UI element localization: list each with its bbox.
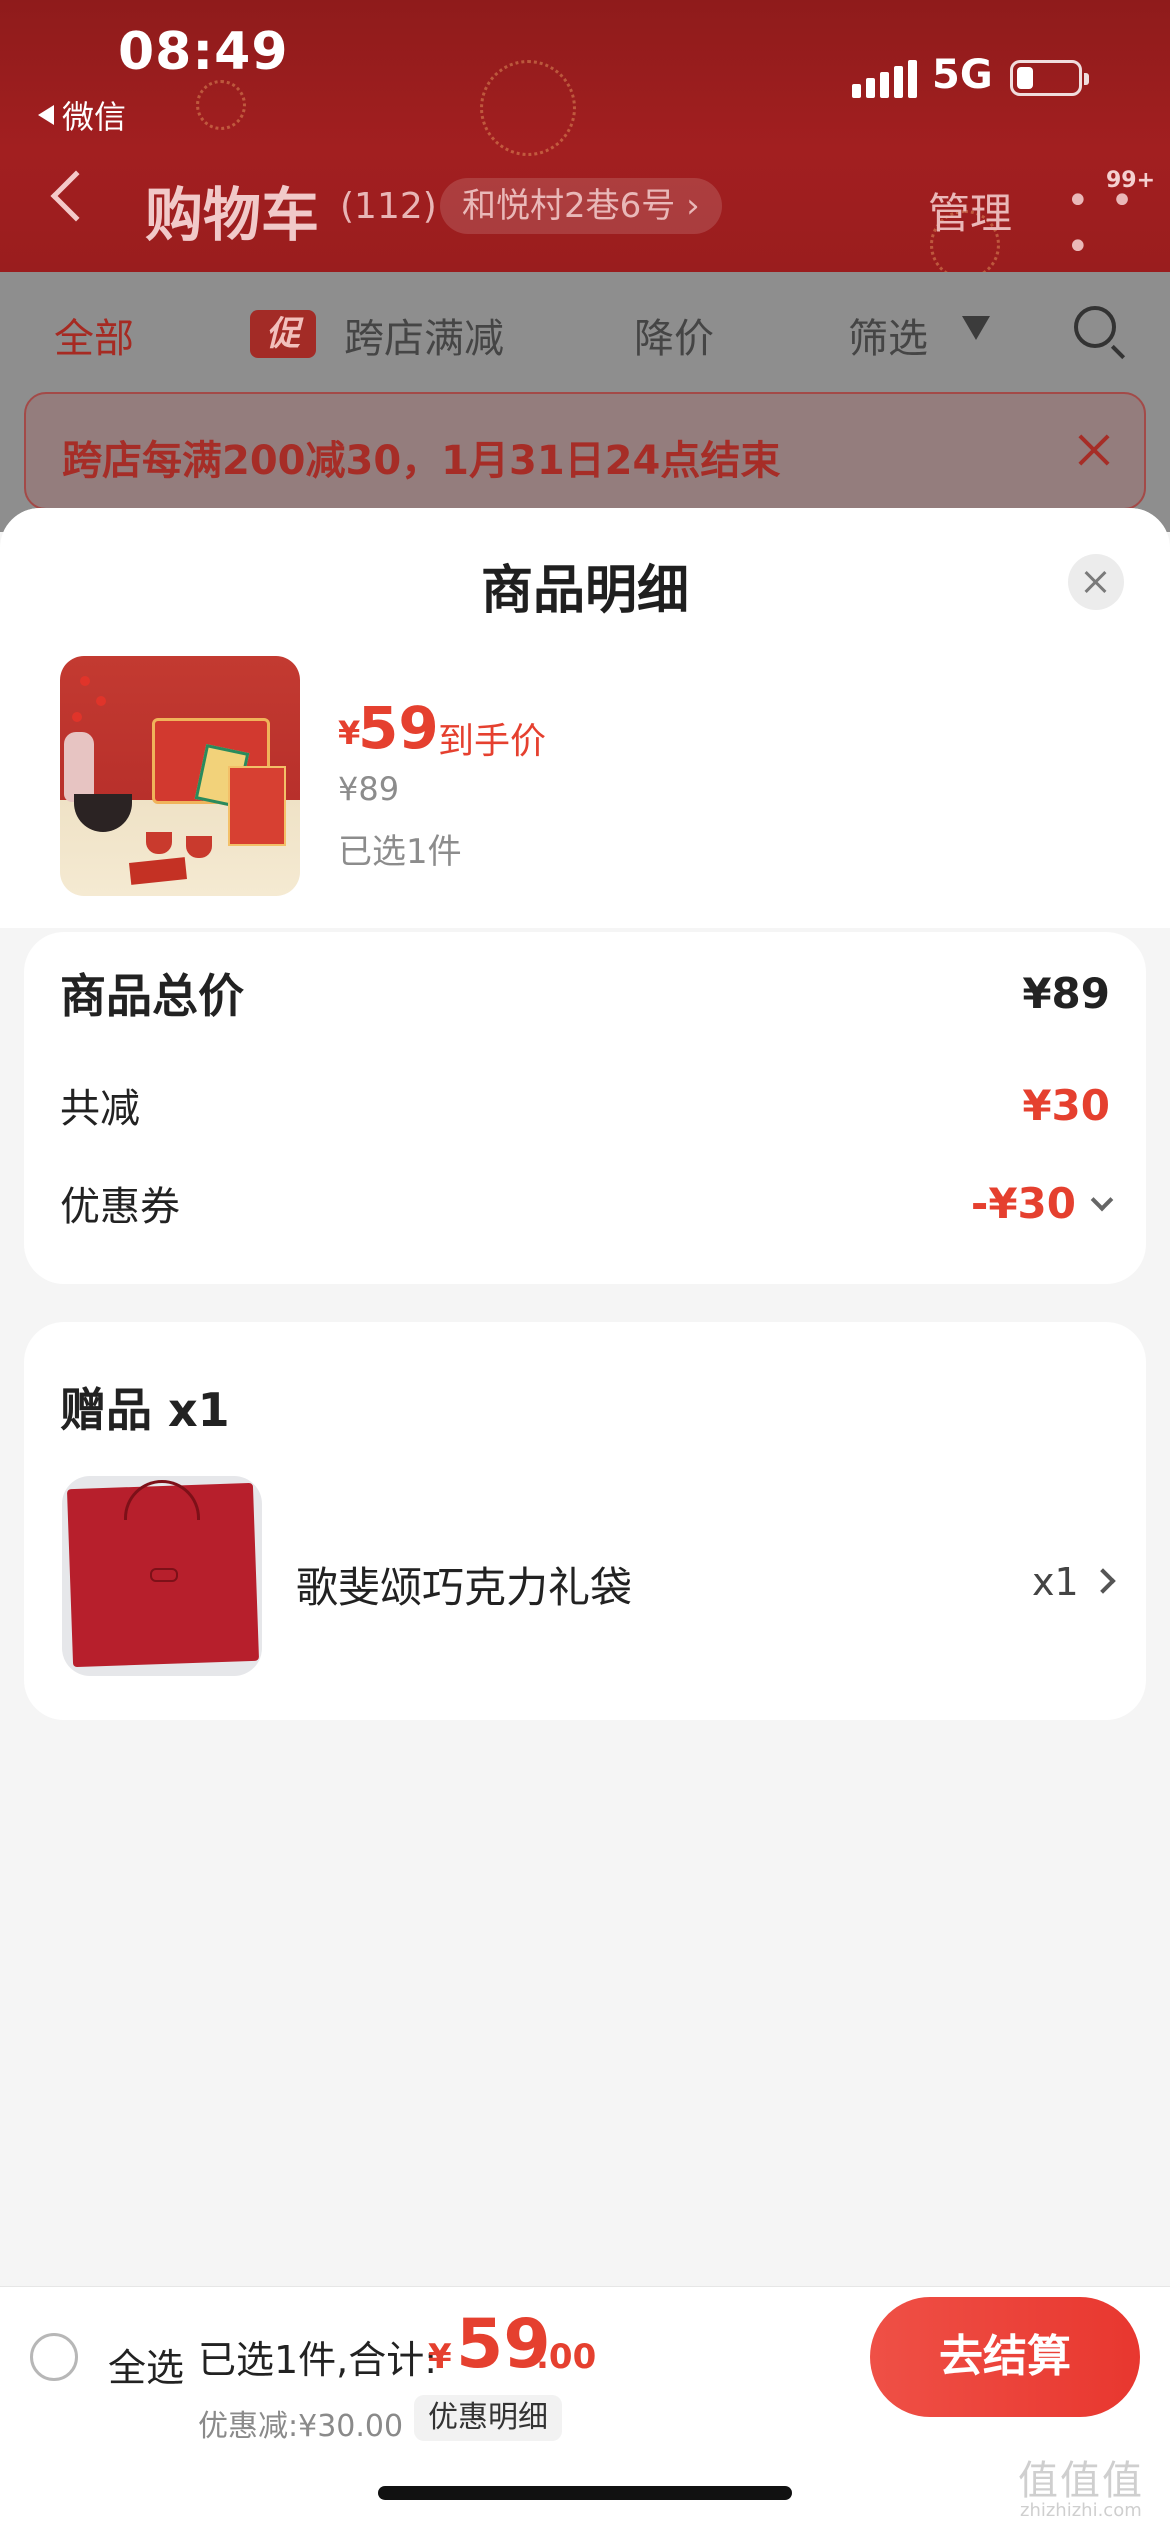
reduction-row: 共减 ¥30 — [60, 1076, 1110, 1134]
tab-filter[interactable]: 筛选 — [848, 306, 928, 364]
filter-bar: 全部 促 跨店满减 降价 筛选 — [0, 272, 1170, 392]
discount-amount: 优惠减:¥30.00 — [198, 2409, 404, 2444]
total-price-value: ¥89 — [1022, 968, 1110, 1018]
nav-back-icon[interactable] — [50, 170, 102, 222]
gift-card: 赠品 x1 歌斐颂巧克力礼袋 x1 — [24, 1322, 1146, 1720]
close-icon[interactable] — [1074, 430, 1114, 470]
discount-detail-button[interactable]: 优惠明细 — [414, 2395, 562, 2441]
message-badge: 99+ — [1106, 168, 1156, 193]
total-price-label: 商品总价 — [60, 969, 244, 1023]
original-price: ¥89 — [338, 770, 400, 808]
gift-title: 赠品 x1 — [60, 1383, 230, 1437]
page-title: 购物车 — [145, 181, 320, 249]
coupon-row[interactable]: 优惠券 -¥30 — [60, 1174, 1114, 1232]
status-time: 08:49 — [118, 22, 289, 82]
total-decimals: .00 — [536, 2337, 597, 2377]
watermark-logo: 值值值 — [1018, 2458, 1144, 2504]
final-price-label: 到手价 — [438, 721, 547, 762]
reduction-value: ¥30 — [1022, 1080, 1110, 1130]
filter-funnel-icon[interactable] — [962, 316, 990, 340]
close-icon[interactable] — [1068, 554, 1124, 610]
selected-total-label: 已选1件,合计: — [198, 2338, 438, 2382]
product-image[interactable] — [60, 656, 300, 896]
sheet-header: 商品明细 ¥ 59 到手价 ¥89 已选1件 — [0, 508, 1170, 928]
back-arrow-icon — [38, 105, 54, 125]
promo-tag: 促 — [250, 310, 316, 358]
promo-banner-text: 跨店每满200减30，1月31日24点结束 — [62, 438, 781, 484]
total-price-row: 商品总价 ¥89 — [60, 960, 1110, 1026]
chevron-right-icon[interactable] — [1090, 1568, 1116, 1594]
cart-header: 08:49 微信 5G 购物车 (112) 和悦村2巷6号 › 管理 • • •… — [0, 0, 1170, 272]
network-label: 5G — [932, 52, 993, 98]
home-indicator[interactable] — [378, 2486, 792, 2500]
manage-button[interactable]: 管理 — [928, 180, 1012, 241]
total-currency: ¥ — [428, 2337, 452, 2377]
address-selector[interactable]: 和悦村2巷6号 › — [440, 178, 722, 234]
coupon-value-group[interactable]: -¥30 — [970, 1178, 1114, 1228]
firework-decoration — [480, 60, 576, 156]
battery-icon — [1010, 60, 1089, 96]
promo-banner: 跨店每满200减30，1月31日24点结束 — [24, 392, 1146, 510]
final-price: 59 — [358, 694, 439, 762]
selected-count: 已选1件 — [338, 832, 462, 872]
chevron-down-icon — [1090, 1188, 1114, 1211]
product-detail-sheet: 商品明细 ¥ 59 到手价 ¥89 已选1件 商品总价 ¥89 共减 ¥30 优… — [0, 508, 1170, 2532]
select-all-label[interactable]: 全选 — [108, 2337, 184, 2392]
back-to-wechat[interactable]: 微信 — [38, 92, 126, 138]
app-screen: 08:49 微信 5G 购物车 (112) 和悦村2巷6号 › 管理 • • •… — [0, 0, 1170, 2532]
price-summary-card: 商品总价 ¥89 共减 ¥30 优惠券 -¥30 — [24, 932, 1146, 1284]
back-app-label: 微信 — [62, 98, 127, 136]
tab-cross-store-discount[interactable]: 跨店满减 — [344, 306, 504, 364]
tab-price-drop[interactable]: 降价 — [634, 306, 714, 364]
reduction-label: 共减 — [60, 1086, 140, 1132]
gift-name[interactable]: 歌斐颂巧克力礼袋 — [296, 1554, 632, 1615]
watermark-url: zhizhizhi.com — [1020, 2500, 1142, 2521]
tab-all[interactable]: 全部 — [54, 306, 134, 364]
select-all-checkbox[interactable] — [30, 2333, 78, 2381]
firework-decoration — [196, 80, 246, 130]
gift-image[interactable] — [62, 1476, 262, 1676]
search-icon[interactable] — [1074, 306, 1116, 348]
checkout-button[interactable]: 去结算 — [870, 2297, 1140, 2417]
sheet-title: 商品明细 — [480, 561, 689, 621]
gift-quantity: x1 — [1032, 1560, 1079, 1604]
price-currency: ¥ — [338, 714, 361, 752]
coupon-value: -¥30 — [970, 1178, 1076, 1228]
coupon-label: 优惠券 — [60, 1184, 180, 1230]
cart-count: (112) — [340, 186, 437, 227]
signal-icon — [852, 60, 917, 98]
